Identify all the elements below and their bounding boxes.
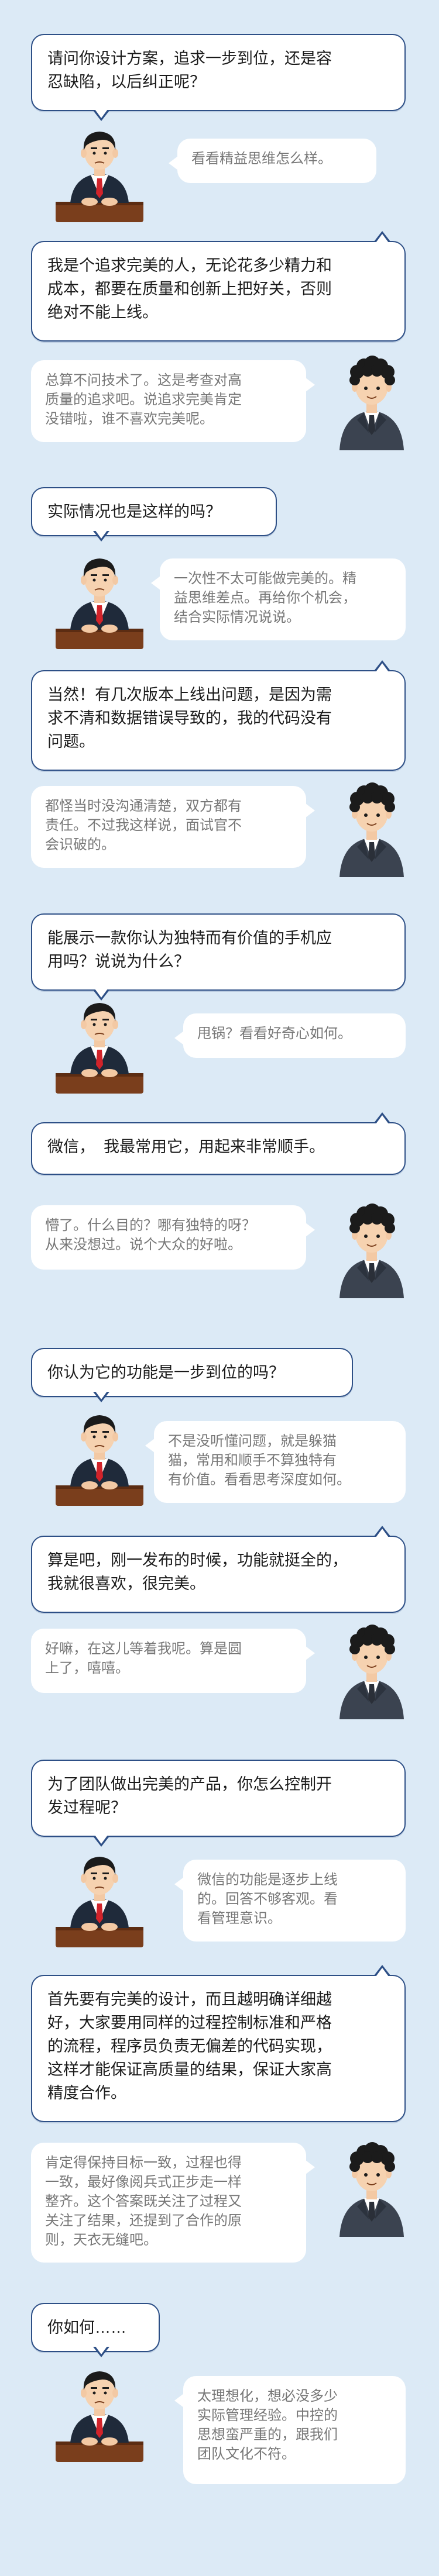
- bubble-tail: [151, 576, 160, 590]
- speech-bubble: 请问你设计方案，追求一步到位，还是容 忍缺陷，以后纠正呢？: [31, 34, 406, 111]
- speech-bubble: 为了团队做出完美的产品，你怎么控制开 发过程呢？: [31, 1760, 406, 1837]
- interviewer-avatar-icon: [56, 547, 143, 649]
- speech-bubble: 算是吧，刚一发布的时候，功能就挺全的， 我就很喜欢，很完美。: [31, 1536, 406, 1613]
- bubble-tail: [306, 1223, 315, 1237]
- thought-bubble: 微信的功能是逐步上线 的。回答不够客观。看 看管理意识。: [183, 1860, 406, 1942]
- bubble-tail: [174, 2394, 184, 2408]
- thought-bubble: 看看精益思维怎么样。: [177, 139, 376, 183]
- bubble-tail: [374, 1112, 390, 1123]
- bubble-tail: [374, 231, 390, 242]
- speech-bubble: 首先要有完美的设计，而且越明确详细越 好，大家要用同样的过程控制标准和严格 的流…: [31, 1975, 406, 2122]
- thought-bubble: 懵了。什么目的？哪有独特的呀？ 从来没想过。说个大众的好啦。: [31, 1205, 306, 1270]
- thought-bubble: 总算不问技术了。这是考查对高 质量的追求吧。说追求完美肯定 没错啦，谁不喜欢完美…: [31, 360, 306, 442]
- interviewer-avatar-icon: [56, 991, 143, 1094]
- chat-page: 请问你设计方案，追求一步到位，还是容 忍缺陷，以后纠正呢？ 看看精益思维怎么样。我…: [0, 0, 439, 2576]
- bubble-tail: [374, 1965, 390, 1975]
- bubble-tail: [93, 1391, 109, 1402]
- candidate-avatar-icon: [334, 1614, 410, 1719]
- speech-bubble: 你认为它的功能是一步到位的吗？: [31, 1348, 353, 1397]
- bubble-tail: [306, 2160, 315, 2174]
- bubble-tail: [174, 1031, 184, 1045]
- speech-bubble: 当然！有几次版本上线出问题，是因为需 求不清和数据错误导致的，我的代码没有 问题…: [31, 670, 406, 771]
- thought-bubble: 一次性不太可能做完美的。精 益思维差点。再给你个机会， 结合实际情况说说。: [160, 558, 406, 640]
- thought-bubble: 好嘛，在这儿等着我呢。算是圆 上了，嘻嘻。: [31, 1629, 306, 1693]
- bubble-tail: [306, 1646, 315, 1660]
- candidate-avatar-icon: [334, 772, 410, 877]
- speech-bubble: 实际情况也是这样的吗？: [31, 487, 277, 536]
- bubble-tail: [169, 156, 178, 170]
- interviewer-avatar-icon: [56, 1403, 143, 1506]
- bubble-tail: [306, 804, 315, 818]
- bubble-tail: [374, 660, 390, 671]
- speech-bubble: 能展示一款你认为独特而有价值的手机应 用吗？说说为什么？: [31, 913, 406, 991]
- speech-bubble: 微信， 我最常用它，用起来非常顺手。: [31, 1122, 406, 1175]
- bubble-tail: [145, 1439, 155, 1453]
- interviewer-avatar-icon: [56, 2360, 143, 2462]
- thought-bubble: 不是没听懂问题，就是躲猫 猫，常用和顺手不算独特有 有价值。看看思考深度如何。: [154, 1421, 406, 1503]
- interviewer-avatar-icon: [56, 1845, 143, 1947]
- speech-bubble: 我是个追求完美的人，无论花多少精力和 成本，都要在质量和创新上把好关，否则 绝对…: [31, 241, 406, 342]
- bubble-tail: [93, 530, 109, 542]
- thought-bubble: 甩锅？看看好奇心如何。: [183, 1013, 406, 1058]
- candidate-avatar-icon: [334, 345, 410, 450]
- interviewer-avatar-icon: [56, 120, 143, 222]
- thought-bubble: 肯定得保持目标一致，过程也得 一致，最好像阅兵式正步走一样 整齐。这个答案既关注…: [31, 2143, 306, 2263]
- bubble-tail: [93, 2346, 109, 2357]
- speech-bubble: 你如何……: [31, 2303, 160, 2352]
- bubble-tail: [306, 378, 315, 392]
- thought-bubble: 都怪当时没沟通清楚，双方都有 责任。不过我这样说，面试官不 会识破的。: [31, 786, 306, 868]
- bubble-tail: [174, 1877, 184, 1891]
- bubble-tail: [374, 1526, 390, 1536]
- candidate-avatar-icon: [334, 2132, 410, 2237]
- thought-bubble: 太理想化，想必没多少 实际管理经验。中控的 思想蛮严重的，跟我们 团队文化不符。: [183, 2376, 406, 2484]
- candidate-avatar-icon: [334, 1193, 410, 1298]
